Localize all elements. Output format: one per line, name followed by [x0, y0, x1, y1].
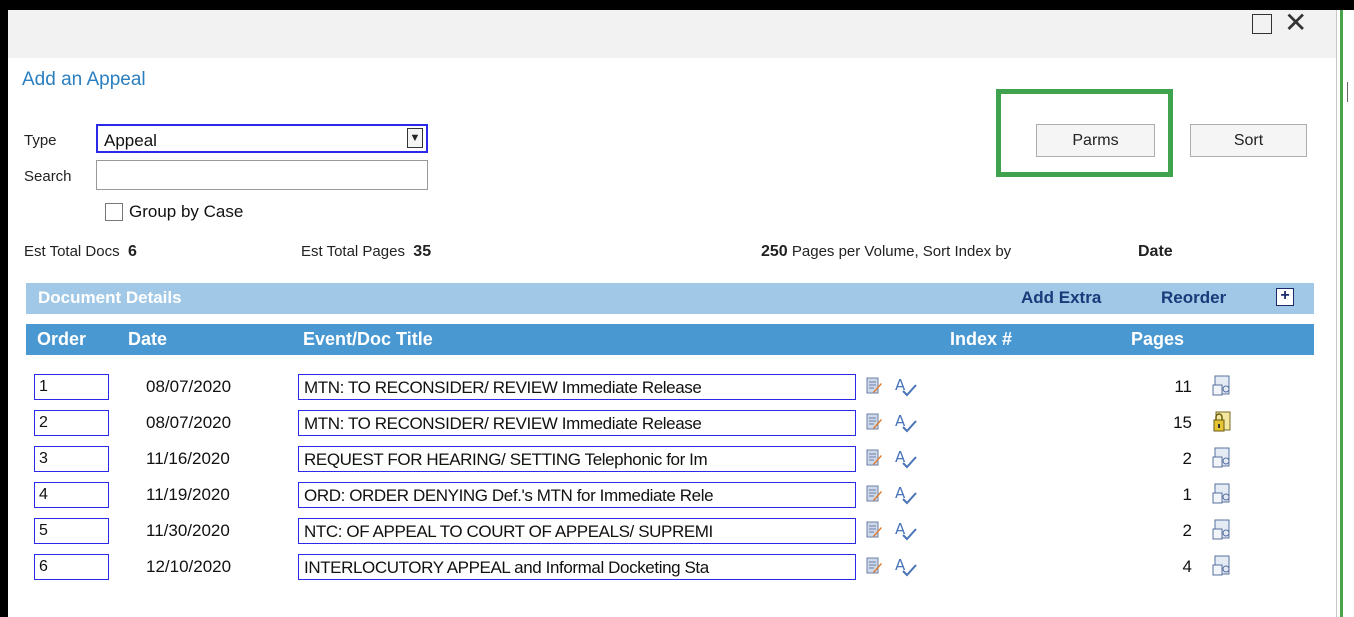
highlight-box — [996, 89, 1173, 177]
edit-note-icon[interactable] — [866, 449, 882, 467]
doc-title-value: MTN: TO RECONSIDER/ REVIEW Immediate Rel… — [304, 414, 702, 433]
search-input[interactable] — [96, 160, 428, 190]
group-by-case-checkbox[interactable] — [105, 203, 123, 221]
background-window-mark — [1347, 82, 1348, 102]
row-date: 08/07/2020 — [146, 377, 232, 396]
spell-check-icon[interactable]: A — [894, 483, 918, 505]
column-header-index[interactable]: Index # — [950, 329, 1012, 350]
document-details-title: Document Details — [38, 288, 182, 307]
order-input[interactable]: 1 — [34, 374, 109, 400]
order-value: 3 — [39, 450, 48, 467]
column-header-order[interactable]: Order — [37, 329, 86, 350]
order-value: 4 — [39, 486, 48, 503]
document-icon[interactable] — [1212, 447, 1234, 469]
order-input[interactable]: 4 — [34, 482, 109, 508]
table-row: 6 12/10/2020 INTERLOCUTORY APPEAL and In… — [0, 551, 1354, 581]
page-title: Add an Appeal — [22, 69, 146, 90]
doc-title-input[interactable]: NTC: OF APPEAL TO COURT OF APPEALS/ SUPR… — [298, 518, 856, 544]
row-pages: 15 — [1173, 413, 1192, 432]
table-row: 5 11/30/2020 NTC: OF APPEAL TO COURT OF … — [0, 515, 1354, 545]
est-total-pages-value: 35 — [413, 243, 432, 260]
edit-note-icon[interactable] — [866, 521, 882, 539]
order-input[interactable]: 5 — [34, 518, 109, 544]
pages-per-volume: 250 Pages per Volume, Sort Index by — [761, 243, 1011, 261]
row-date: 08/07/2020 — [146, 413, 232, 432]
table-header-row — [26, 324, 1314, 355]
doc-title-input[interactable]: MTN: TO RECONSIDER/ REVIEW Immediate Rel… — [298, 410, 856, 436]
locked-document-icon[interactable] — [1212, 411, 1234, 433]
doc-title-value: NTC: OF APPEAL TO COURT OF APPEALS/ SUPR… — [304, 522, 713, 541]
row-pages: 4 — [1182, 557, 1192, 576]
row-pages: 2 — [1182, 521, 1192, 540]
pages-per-volume-value: 250 — [761, 243, 788, 260]
doc-title-input[interactable]: REQUEST FOR HEARING/ SETTING Telephonic … — [298, 446, 856, 472]
row-date: 11/19/2020 — [146, 485, 230, 504]
table-row: 3 11/16/2020 REQUEST FOR HEARING/ SETTIN… — [0, 443, 1354, 473]
pages-per-volume-label: Pages per Volume, Sort Index by — [791, 243, 1012, 260]
reorder-link[interactable]: Reorder — [1161, 288, 1226, 308]
type-select-value: Appeal — [104, 131, 157, 150]
add-extra-link[interactable]: Add Extra — [1021, 288, 1101, 308]
row-date: 11/16/2020 — [146, 449, 230, 468]
doc-title-value: MTN: TO RECONSIDER/ REVIEW Immediate Rel… — [304, 378, 702, 397]
sort-index-by-value: Date — [1138, 243, 1173, 260]
doc-title-input[interactable]: MTN: TO RECONSIDER/ REVIEW Immediate Rel… — [298, 374, 856, 400]
document-icon[interactable] — [1212, 483, 1234, 505]
est-total-docs-label: Est Total Docs — [24, 243, 120, 260]
edit-note-icon[interactable] — [866, 485, 882, 503]
row-pages: 1 — [1182, 485, 1192, 504]
est-total-pages: Est Total Pages 35 — [301, 243, 431, 261]
title-bar — [8, 10, 1336, 58]
doc-title-value: REQUEST FOR HEARING/ SETTING Telephonic … — [304, 450, 708, 469]
order-value: 2 — [39, 414, 48, 431]
document-details-bar — [26, 283, 1314, 314]
plus-icon[interactable]: + — [1276, 288, 1294, 306]
row-date: 12/10/2020 — [146, 557, 232, 576]
doc-title-input[interactable]: ORD: ORDER DENYING Def.'s MTN for Immedi… — [298, 482, 856, 508]
spell-check-icon[interactable]: A — [894, 555, 918, 577]
sort-button[interactable]: Sort — [1190, 124, 1307, 157]
column-header-title[interactable]: Event/Doc Title — [303, 329, 433, 350]
row-pages: 2 — [1182, 449, 1192, 468]
column-header-pages[interactable]: Pages — [1131, 329, 1184, 350]
search-label: Search — [24, 168, 72, 185]
order-input[interactable]: 6 — [34, 554, 109, 580]
table-row: 4 11/19/2020 ORD: ORDER DENYING Def.'s M… — [0, 479, 1354, 509]
close-icon[interactable]: ✕ — [1284, 9, 1307, 37]
table-row: 1 08/07/2020 MTN: TO RECONSIDER/ REVIEW … — [0, 371, 1354, 401]
order-value: 5 — [39, 522, 48, 539]
type-select[interactable]: Appeal ▼ — [96, 124, 428, 153]
doc-title-value: ORD: ORDER DENYING Def.'s MTN for Immedi… — [304, 486, 714, 505]
order-value: 6 — [39, 558, 48, 575]
order-value: 1 — [39, 378, 48, 395]
edit-note-icon[interactable] — [866, 557, 882, 575]
est-total-pages-label: Est Total Pages — [301, 243, 405, 260]
edit-note-icon[interactable] — [866, 413, 882, 431]
row-pages: 11 — [1174, 377, 1192, 396]
order-input[interactable]: 2 — [34, 410, 109, 436]
sort-index-by: Date — [1138, 243, 1173, 261]
doc-title-input[interactable]: INTERLOCUTORY APPEAL and Informal Docket… — [298, 554, 856, 580]
document-icon[interactable] — [1212, 375, 1234, 397]
spell-check-icon[interactable]: A — [894, 519, 918, 541]
column-header-date[interactable]: Date — [128, 329, 167, 350]
row-date: 11/30/2020 — [146, 521, 230, 540]
edit-note-icon[interactable] — [866, 377, 882, 395]
doc-title-value: INTERLOCUTORY APPEAL and Informal Docket… — [304, 558, 709, 577]
est-total-docs-value: 6 — [127, 243, 137, 260]
spell-check-icon[interactable]: A — [894, 375, 918, 397]
maximize-icon[interactable] — [1252, 14, 1272, 34]
group-by-case-label: Group by Case — [129, 202, 244, 221]
document-icon[interactable] — [1212, 519, 1234, 541]
dropdown-arrow-icon[interactable]: ▼ — [407, 128, 423, 148]
table-row: 2 08/07/2020 MTN: TO RECONSIDER/ REVIEW … — [0, 407, 1354, 437]
window-frame-top — [0, 0, 1354, 10]
spell-check-icon[interactable]: A — [894, 411, 918, 433]
order-input[interactable]: 3 — [34, 446, 109, 472]
type-label: Type — [24, 132, 57, 149]
spell-check-icon[interactable]: A — [894, 447, 918, 469]
document-icon[interactable] — [1212, 555, 1234, 577]
est-total-docs: Est Total Docs 6 — [24, 243, 137, 261]
